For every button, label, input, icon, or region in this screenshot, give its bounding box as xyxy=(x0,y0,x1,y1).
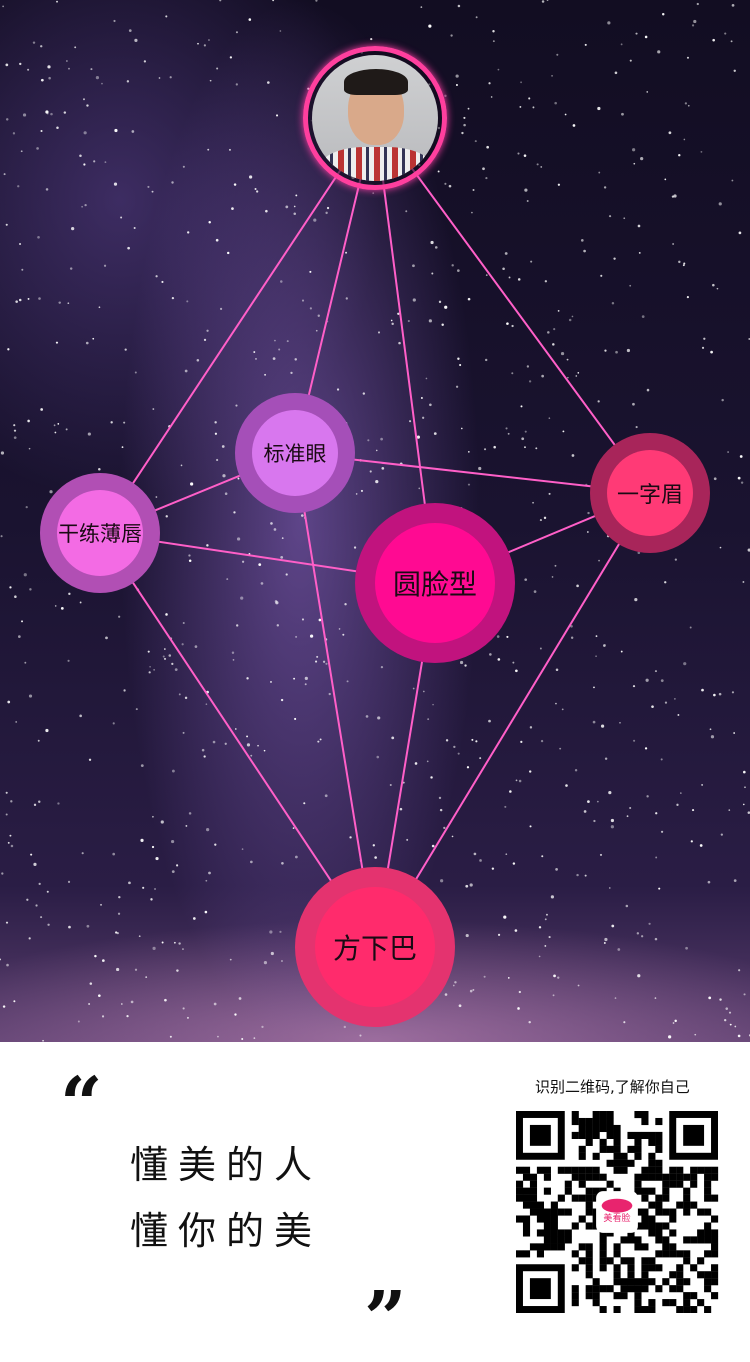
tag-node-square-chin[interactable]: 方下巴 xyxy=(295,867,455,1027)
tag-node-thin-lips[interactable]: 干练薄唇 xyxy=(40,473,160,593)
tag-label: 一字眉 xyxy=(616,483,683,508)
tag-label: 干练薄唇 xyxy=(58,522,142,546)
qr-code[interactable]: 美看脸 xyxy=(515,1111,719,1313)
slogan-line-1: 懂美的人 xyxy=(130,1143,323,1187)
tag-label: 标准眼 xyxy=(263,442,327,466)
tag-label: 方下巴 xyxy=(332,932,417,965)
tag-node-standard-eyes[interactable]: 标准眼 xyxy=(235,393,355,513)
tag-node-round-face[interactable]: 圆脸型 xyxy=(355,503,515,663)
tag-label: 圆脸型 xyxy=(392,568,477,601)
starry-background: 标准眼 干练薄唇 圆脸型 一字眉 方下巴 xyxy=(0,0,750,1042)
avatar[interactable] xyxy=(303,46,447,190)
close-quote-mark: ” xyxy=(364,1276,407,1362)
qr-caption: 识别二维码,了解你自己 xyxy=(535,1078,690,1096)
slogan-line-2: 懂你的美 xyxy=(130,1209,323,1253)
qr-logo: 美看脸 xyxy=(603,1212,630,1224)
mask-logo-icon xyxy=(601,1198,633,1213)
avatar-photo xyxy=(312,55,438,181)
tag-node-straight-brows[interactable]: 一字眉 xyxy=(590,433,710,553)
open-quote-mark: “ xyxy=(60,1062,103,1148)
